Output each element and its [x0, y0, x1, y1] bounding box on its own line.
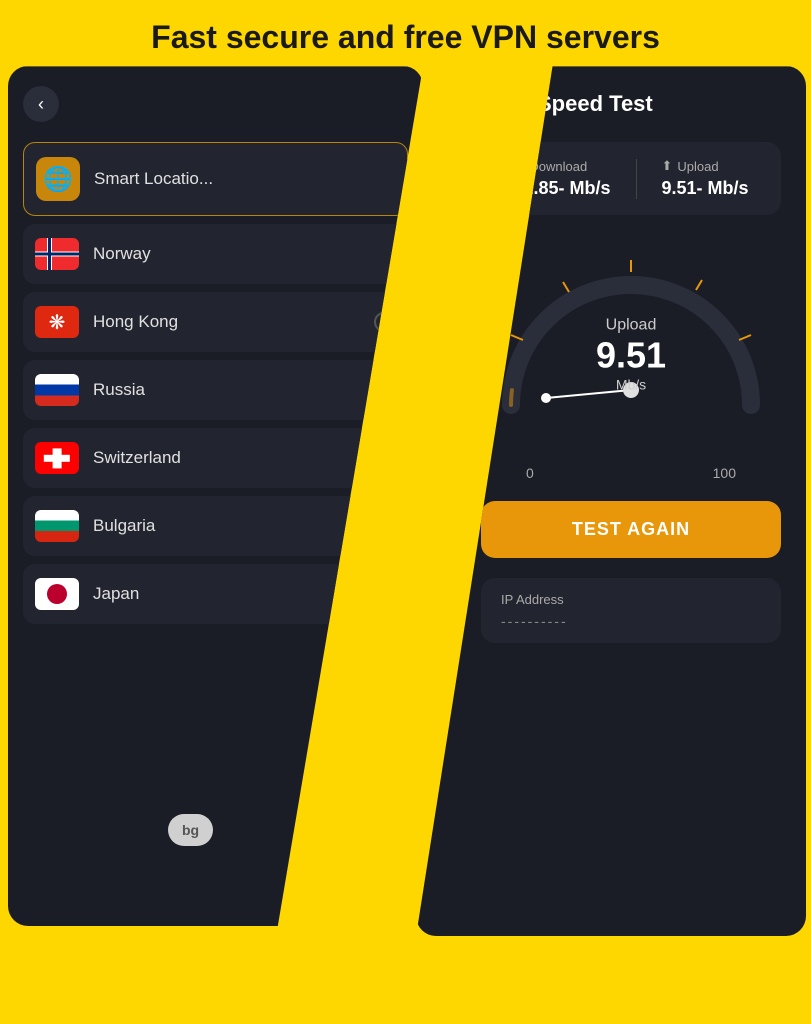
main-content: ‹ 🌐 Smart Locatio... Norway	[0, 66, 811, 1006]
japan-flag-icon	[35, 578, 79, 610]
list-item[interactable]: ❋ Hong Kong	[23, 292, 408, 352]
smart-location-item[interactable]: 🌐 Smart Locatio...	[23, 142, 408, 216]
swiss-flag-icon	[35, 442, 79, 474]
gauge-value: 9.51	[596, 335, 666, 377]
upload-value: 9.51- Mb/s	[661, 178, 748, 199]
russia-label: Russia	[93, 380, 145, 400]
globe-icon: 🌐	[36, 157, 80, 201]
scale-max: 100	[713, 465, 736, 481]
upload-label: ⬆ Upload	[661, 158, 718, 174]
back-button-right[interactable]: ‹	[481, 86, 517, 122]
ip-value: ----------	[501, 613, 761, 629]
download-value: 32.85- Mb/s	[513, 178, 610, 199]
radio-circle	[374, 516, 394, 536]
list-item[interactable]: Russia	[23, 360, 408, 420]
switzerland-label: Switzerland	[93, 448, 181, 468]
scale-min: 0	[526, 465, 534, 481]
list-item[interactable]: Switzerland	[23, 428, 408, 488]
bg-badge: bg	[168, 814, 213, 846]
speed-info-box: ⬇ Download 32.85- Mb/s ⬆ Upload 9.51- Mb…	[481, 142, 781, 215]
left-panel: ‹ 🌐 Smart Locatio... Norway	[8, 66, 423, 926]
radio-circle	[374, 584, 394, 604]
norway-flag-icon	[35, 238, 79, 270]
right-panel: ‹ Speed Test ⬇ Download 32.85- Mb/s ⬆ Up…	[416, 66, 806, 936]
back-button-left[interactable]: ‹	[23, 86, 59, 122]
ip-label: IP Address	[501, 592, 761, 607]
speed-test-title: Speed Test	[537, 91, 653, 117]
smart-location-label: Smart Locatio...	[94, 169, 213, 189]
speed-scale: 0 100	[471, 465, 791, 481]
gauge-unit: Mb/s	[616, 377, 646, 393]
upload-stat: ⬆ Upload 9.51- Mb/s	[661, 158, 748, 199]
japan-label: Japan	[93, 584, 139, 604]
speedometer: Upload 9.51 Mb/s	[481, 235, 781, 445]
list-item[interactable]: Norway	[23, 224, 408, 284]
upload-icon: ⬆	[661, 158, 672, 174]
hongkong-flag-icon: ❋	[35, 306, 79, 338]
download-label: ⬇ Download	[513, 158, 587, 174]
hongkong-label: Hong Kong	[93, 312, 178, 332]
gauge-label: Upload	[606, 317, 657, 334]
radio-circle	[374, 312, 394, 332]
radio-circle	[374, 448, 394, 468]
test-again-button[interactable]: TEST AGAIN	[481, 501, 781, 558]
list-item[interactable]: Japan	[23, 564, 408, 624]
bulgaria-label: Bulgaria	[93, 516, 155, 536]
download-stat: ⬇ Download 32.85- Mb/s	[513, 158, 610, 199]
speed-center-display: Upload 9.51 Mb/s	[596, 317, 666, 395]
location-list: 🌐 Smart Locatio... Norway ❋ Hon	[23, 142, 408, 624]
speed-test-header: ‹ Speed Test	[471, 86, 791, 122]
norway-label: Norway	[93, 244, 151, 264]
ip-section: IP Address ----------	[481, 578, 781, 643]
download-icon: ⬇	[513, 158, 524, 174]
bulgaria-flag-icon	[35, 510, 79, 542]
russia-flag-icon	[35, 374, 79, 406]
list-item[interactable]: Bulgaria	[23, 496, 408, 556]
page-header: Fast secure and free VPN servers	[0, 0, 811, 66]
speed-divider	[636, 159, 637, 199]
radio-circle	[374, 380, 394, 400]
